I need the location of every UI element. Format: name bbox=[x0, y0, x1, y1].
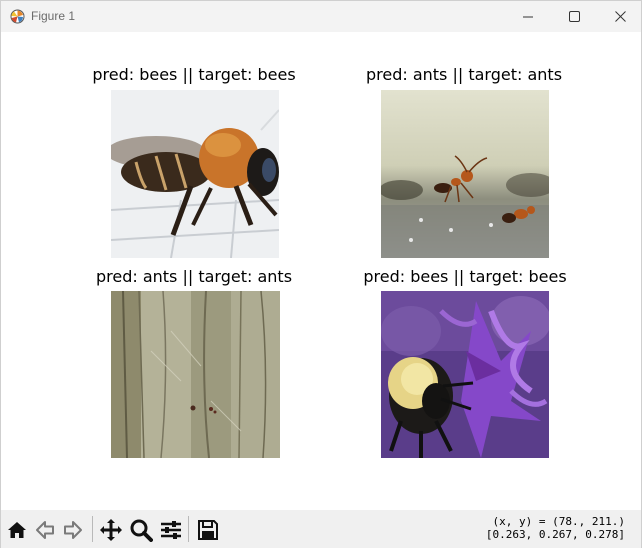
coords-rgb: [0.263, 0.267, 0.278] bbox=[485, 528, 625, 541]
navigation-toolbar: (x, y) = (78., 211.) [0.263, 0.267, 0.27… bbox=[1, 510, 641, 548]
toolbar-separator bbox=[188, 516, 189, 542]
minimize-icon bbox=[523, 12, 533, 22]
forward-icon bbox=[62, 519, 84, 541]
save-button[interactable] bbox=[196, 518, 220, 542]
back-icon bbox=[34, 519, 56, 541]
forward-button[interactable] bbox=[61, 518, 85, 542]
wood-texture-photo bbox=[111, 291, 280, 458]
maximize-button[interactable] bbox=[551, 1, 597, 32]
maximize-icon bbox=[568, 11, 580, 22]
home-button[interactable] bbox=[5, 518, 29, 542]
home-icon bbox=[6, 519, 28, 541]
subplot-title-3: pred: ants || target: ants bbox=[95, 267, 293, 286]
ants-on-rock-photo bbox=[381, 90, 549, 258]
close-button[interactable] bbox=[597, 1, 642, 32]
cursor-coordinates-readout: (x, y) = (78., 211.) [0.263, 0.267, 0.27… bbox=[486, 515, 625, 541]
back-button[interactable] bbox=[33, 518, 57, 542]
toolbar-separator bbox=[92, 516, 93, 542]
pan-icon bbox=[99, 518, 123, 542]
close-icon bbox=[614, 11, 626, 22]
bumblebee-on-purple-flower-photo bbox=[381, 291, 549, 458]
coords-xy: (x, y) = (78., 211.) bbox=[492, 515, 625, 528]
matplotlib-icon bbox=[10, 9, 25, 24]
configure-subplots-button[interactable] bbox=[159, 518, 183, 542]
title-bar[interactable]: Figure 1 bbox=[1, 1, 641, 32]
subplot-title-4: pred: bees || target: bees bbox=[363, 267, 567, 286]
zoom-button[interactable] bbox=[129, 518, 153, 542]
zoom-icon bbox=[129, 518, 153, 542]
pan-button[interactable] bbox=[99, 518, 123, 542]
bee-on-white-tile-photo bbox=[111, 90, 279, 258]
save-icon bbox=[197, 519, 219, 541]
configure-subplots-icon bbox=[159, 518, 183, 542]
subplot-title-2: pred: ants || target: ants bbox=[365, 65, 563, 84]
minimize-button[interactable] bbox=[505, 1, 551, 32]
figure-window: Figure 1 pred: bees || target: bees pred… bbox=[0, 0, 642, 548]
window-title: Figure 1 bbox=[31, 9, 76, 23]
figure-canvas[interactable]: pred: bees || target: bees pred: ants ||… bbox=[1, 32, 641, 510]
subplot-title-1: pred: bees || target: bees bbox=[92, 65, 296, 84]
